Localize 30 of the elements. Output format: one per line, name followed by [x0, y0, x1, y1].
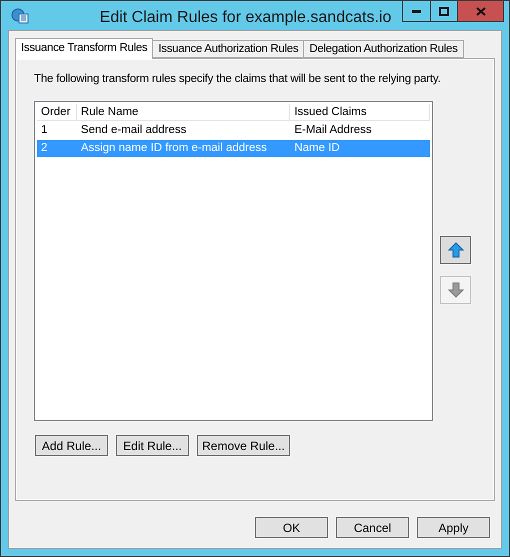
table-cell-text: 1	[40, 123, 48, 138]
table-cell-text: Assign name ID from e-mail address	[80, 141, 268, 156]
dialog-button[interactable]: OK	[255, 517, 328, 538]
arrow-down-icon	[448, 282, 464, 298]
app-icon	[11, 8, 29, 24]
move-up-button[interactable]	[440, 236, 471, 264]
column-header[interactable]: Order	[37, 104, 77, 120]
arrow-up-icon	[448, 242, 464, 258]
column-header[interactable]: Rule Name	[76, 104, 290, 120]
close-icon	[476, 6, 486, 16]
tab[interactable]: Delegation Authorization Rules	[303, 40, 464, 58]
tab[interactable]: Issuance Transform Rules	[15, 38, 154, 59]
table-cell-text: Send e-mail address	[80, 123, 188, 138]
dialog-button[interactable]: Edit Rule...	[116, 435, 189, 456]
dialog-button[interactable]: Remove Rule...	[197, 435, 290, 456]
table-cell-text: Name ID	[293, 141, 341, 156]
table-cell-text: 2	[40, 141, 48, 156]
dialog-button[interactable]: Cancel	[336, 517, 409, 538]
minimize-button[interactable]	[402, 1, 431, 22]
minimize-icon	[412, 10, 421, 12]
description-text: The following transform rules specify the claims that will be sent to the relying party.	[34, 72, 442, 87]
window-title: Edit Claim Rules for example.sandcats.io	[98, 8, 392, 28]
close-button[interactable]	[458, 1, 504, 22]
dialog-button[interactable]: Add Rule...	[35, 435, 108, 456]
column-header[interactable]: Issued Claims	[290, 104, 430, 120]
table-cell-text: E-Mail Address	[293, 123, 373, 138]
maximize-button[interactable]	[431, 1, 458, 22]
maximize-icon	[439, 6, 449, 16]
dialog-button[interactable]: Apply	[417, 517, 490, 538]
tab[interactable]: Issuance Authorization Rules	[152, 40, 304, 58]
